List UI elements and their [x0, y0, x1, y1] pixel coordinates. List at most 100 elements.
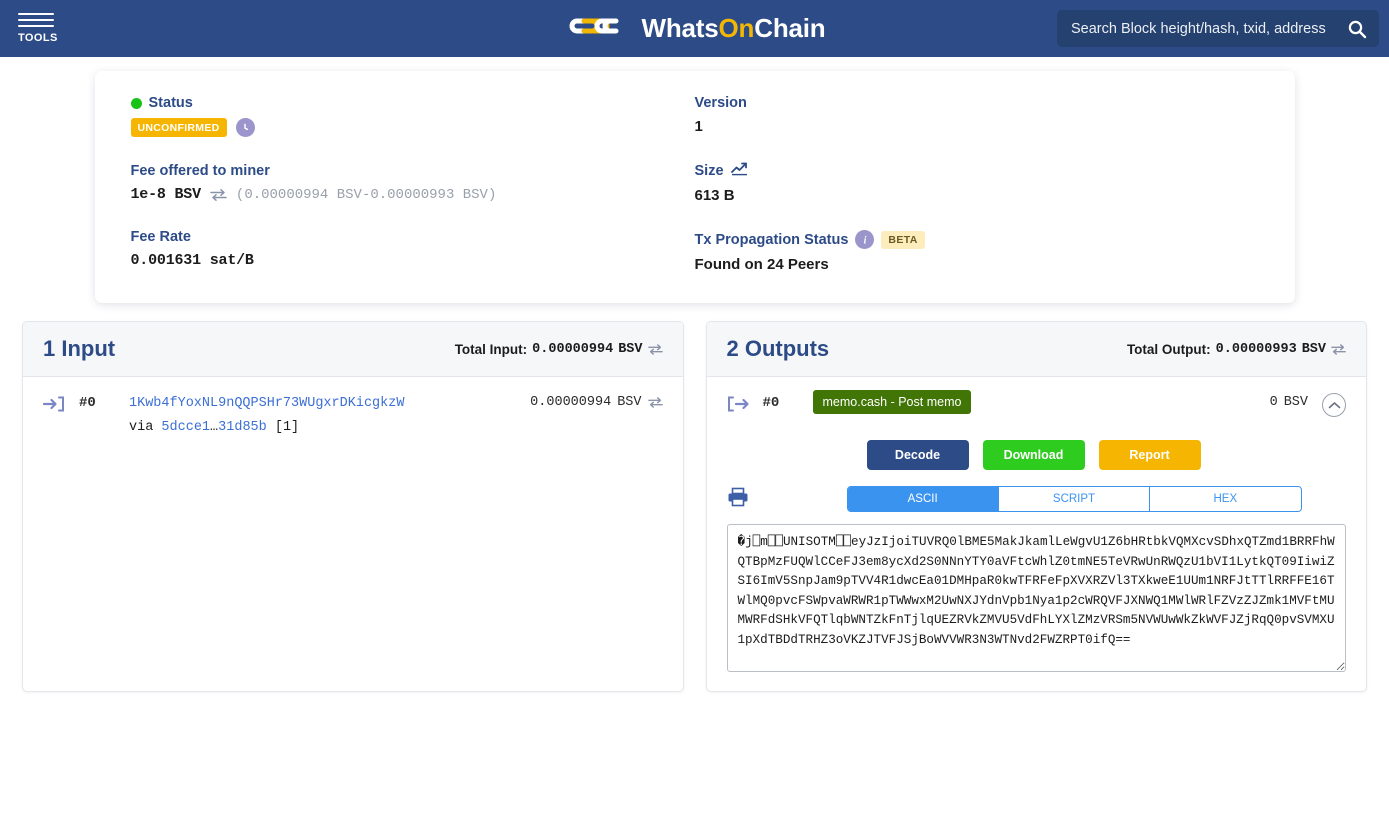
brand-title: WhatsOnChain [642, 13, 826, 44]
download-button[interactable]: Download [982, 440, 1085, 470]
fee-offered-field: Fee offered to miner 1e-8 BSV (0.0000099… [131, 163, 695, 203]
fee-rate-field: Fee Rate 0.001631 sat/B [131, 229, 695, 269]
script-ascii-textarea[interactable]: �j⎕m⎕⎕UNISOTM⎕⎕eyJzIjoiTUVRQ0lBME5MakJka… [726, 524, 1346, 672]
via-output-index: [1] [274, 420, 300, 435]
transaction-summary-card: Status UNCONFIRMED Fee offered to miner … [94, 71, 1295, 303]
input-arrow-icon [42, 393, 79, 418]
currency-swap-icon[interactable] [647, 343, 663, 356]
total-output: Total Output: 0.00000993 BSV [1127, 342, 1346, 357]
output-type-badge[interactable]: memo.cash - Post memo [812, 390, 972, 414]
io-panels: 1 Input Total Input: 0.00000994 BSV #0 1… [0, 303, 1389, 692]
fee-offered-value: 1e-8 BSV [130, 186, 202, 203]
input-via-line: via 5dcce1…31d85b [1] [129, 420, 530, 435]
chart-icon[interactable] [730, 161, 748, 180]
report-button[interactable]: Report [1098, 440, 1201, 470]
status-label: Status [148, 95, 193, 111]
tab-script[interactable]: SCRIPT [998, 487, 1151, 511]
fee-rate-label: Fee Rate [130, 229, 191, 245]
total-output-unit: BSV [1301, 341, 1326, 357]
fee-rate-value: 0.001631 sat/B [130, 252, 254, 269]
output-action-buttons: Decode Download Report [707, 434, 1367, 470]
svg-text:i: i [864, 235, 867, 246]
input-index: #0 [79, 395, 96, 411]
decode-button[interactable]: Decode [866, 440, 969, 470]
input-address-link[interactable]: 1Kwb4fYoxNL9nQQPSHr73WUgxrDKicgkzW [129, 396, 404, 411]
via-separator: … [210, 420, 219, 435]
input-amount: 0.00000994 BSV [530, 393, 663, 410]
inputs-title: 1 Input [43, 336, 116, 361]
chain-links-logo-icon [564, 13, 630, 44]
collapse-output-button[interactable] [1322, 393, 1346, 417]
summary-left-column: Status UNCONFIRMED Fee offered to miner … [130, 95, 695, 273]
outputs-panel-header: 2 Outputs Total Output: 0.00000993 BSV [706, 322, 1366, 377]
tools-label: TOOLS [18, 32, 58, 44]
currency-swap-icon[interactable] [210, 188, 227, 202]
status-dot-icon [130, 97, 142, 109]
output-row: #0 memo.cash - Post memo 0 BSV [707, 377, 1367, 434]
via-label: via [129, 420, 154, 435]
outputs-title: 2 Outputs [726, 336, 830, 361]
via-txid-start-link[interactable]: 5dcce1 [161, 420, 210, 435]
search-input[interactable] [1069, 19, 1341, 38]
inputs-panel-header: 1 Input Total Input: 0.00000994 BSV [23, 322, 683, 377]
output-amount-unit: BSV [1283, 395, 1308, 410]
total-output-value: 0.00000993 [1215, 341, 1297, 357]
inputs-panel: 1 Input Total Input: 0.00000994 BSV #0 1… [22, 321, 684, 692]
print-icon[interactable] [727, 487, 847, 512]
propagation-label: Tx Propagation Status [694, 231, 849, 248]
currency-swap-icon[interactable] [647, 396, 663, 409]
encoding-tabs: ASCII SCRIPT HEX [846, 486, 1302, 512]
clock-icon[interactable] [235, 118, 255, 137]
via-txid-end-link[interactable]: 31d85b [218, 420, 267, 435]
brand-title-part2: Chain [754, 13, 826, 43]
input-row: #0 1Kwb4fYoxNL9nQQPSHr73WUgxrDKicgkzW vi… [23, 377, 683, 451]
tab-hex[interactable]: HEX [1150, 487, 1301, 511]
search-box[interactable] [1057, 10, 1379, 47]
search-icon[interactable] [1347, 19, 1367, 39]
total-input: Total Input: 0.00000994 BSV [455, 342, 663, 357]
output-arrow-icon [727, 393, 763, 418]
status-label-row: Status [130, 95, 695, 111]
input-details: 1Kwb4fYoxNL9nQQPSHr73WUgxrDKicgkzW via 5… [129, 393, 530, 435]
status-value-row: UNCONFIRMED [130, 118, 695, 137]
status-badge: UNCONFIRMED [130, 118, 227, 137]
tab-ascii[interactable]: ASCII [847, 487, 999, 511]
total-input-unit: BSV [618, 341, 643, 357]
output-amount-value: 0 [1269, 395, 1278, 410]
output-amount: 0 BSV [1270, 393, 1308, 410]
size-label-row: Size [695, 161, 1259, 180]
size-label: Size [694, 162, 724, 179]
total-input-value: 0.00000994 [532, 341, 614, 357]
size-field: Size 613 B [695, 161, 1259, 204]
version-label: Version [694, 95, 747, 111]
beta-badge: BETA [881, 230, 925, 249]
propagation-field: Tx Propagation Status i BETA Found on 24… [695, 230, 1259, 273]
fee-range-value: (0.00000994 BSV-0.00000993 BSV) [235, 186, 497, 203]
tools-menu-button[interactable]: TOOLS [18, 13, 88, 44]
total-input-label: Total Input: [454, 341, 528, 357]
summary-right-column: Version 1 Size 613 B Tx Propagation Stat… [695, 95, 1259, 273]
fee-offered-label: Fee offered to miner [130, 163, 270, 179]
brand-logo-home-link[interactable]: WhatsOnChain [530, 13, 860, 44]
info-icon[interactable]: i [855, 230, 875, 249]
script-view-toolbar: ASCII SCRIPT HEX [707, 470, 1367, 512]
total-output-label: Total Output: [1126, 341, 1211, 357]
output-index: #0 [762, 395, 780, 411]
version-field: Version 1 [695, 95, 1259, 135]
page-body: Status UNCONFIRMED Fee offered to miner … [0, 71, 1389, 692]
top-navigation-bar: TOOLS WhatsOnChain [0, 0, 1389, 57]
input-amount-unit: BSV [617, 395, 642, 410]
input-amount-value: 0.00000994 [530, 395, 612, 410]
version-value: 1 [694, 118, 703, 135]
currency-swap-icon[interactable] [1331, 343, 1346, 356]
hamburger-menu-icon [18, 13, 54, 31]
status-field: Status UNCONFIRMED [130, 95, 695, 137]
brand-title-accent: On [718, 13, 755, 43]
script-content-wrapper: �j⎕m⎕⎕UNISOTM⎕⎕eyJzIjoiTUVRQ0lBME5MakJka… [707, 512, 1367, 691]
size-value: 613 B [694, 187, 735, 204]
fee-offered-value-row: 1e-8 BSV (0.00000994 BSV-0.00000993 BSV) [131, 186, 695, 203]
brand-title-part1: Whats [641, 13, 719, 43]
propagation-value: Found on 24 Peers [694, 256, 829, 273]
output-details: memo.cash - Post memo [812, 390, 1270, 414]
propagation-label-row: Tx Propagation Status i BETA [695, 230, 1259, 249]
